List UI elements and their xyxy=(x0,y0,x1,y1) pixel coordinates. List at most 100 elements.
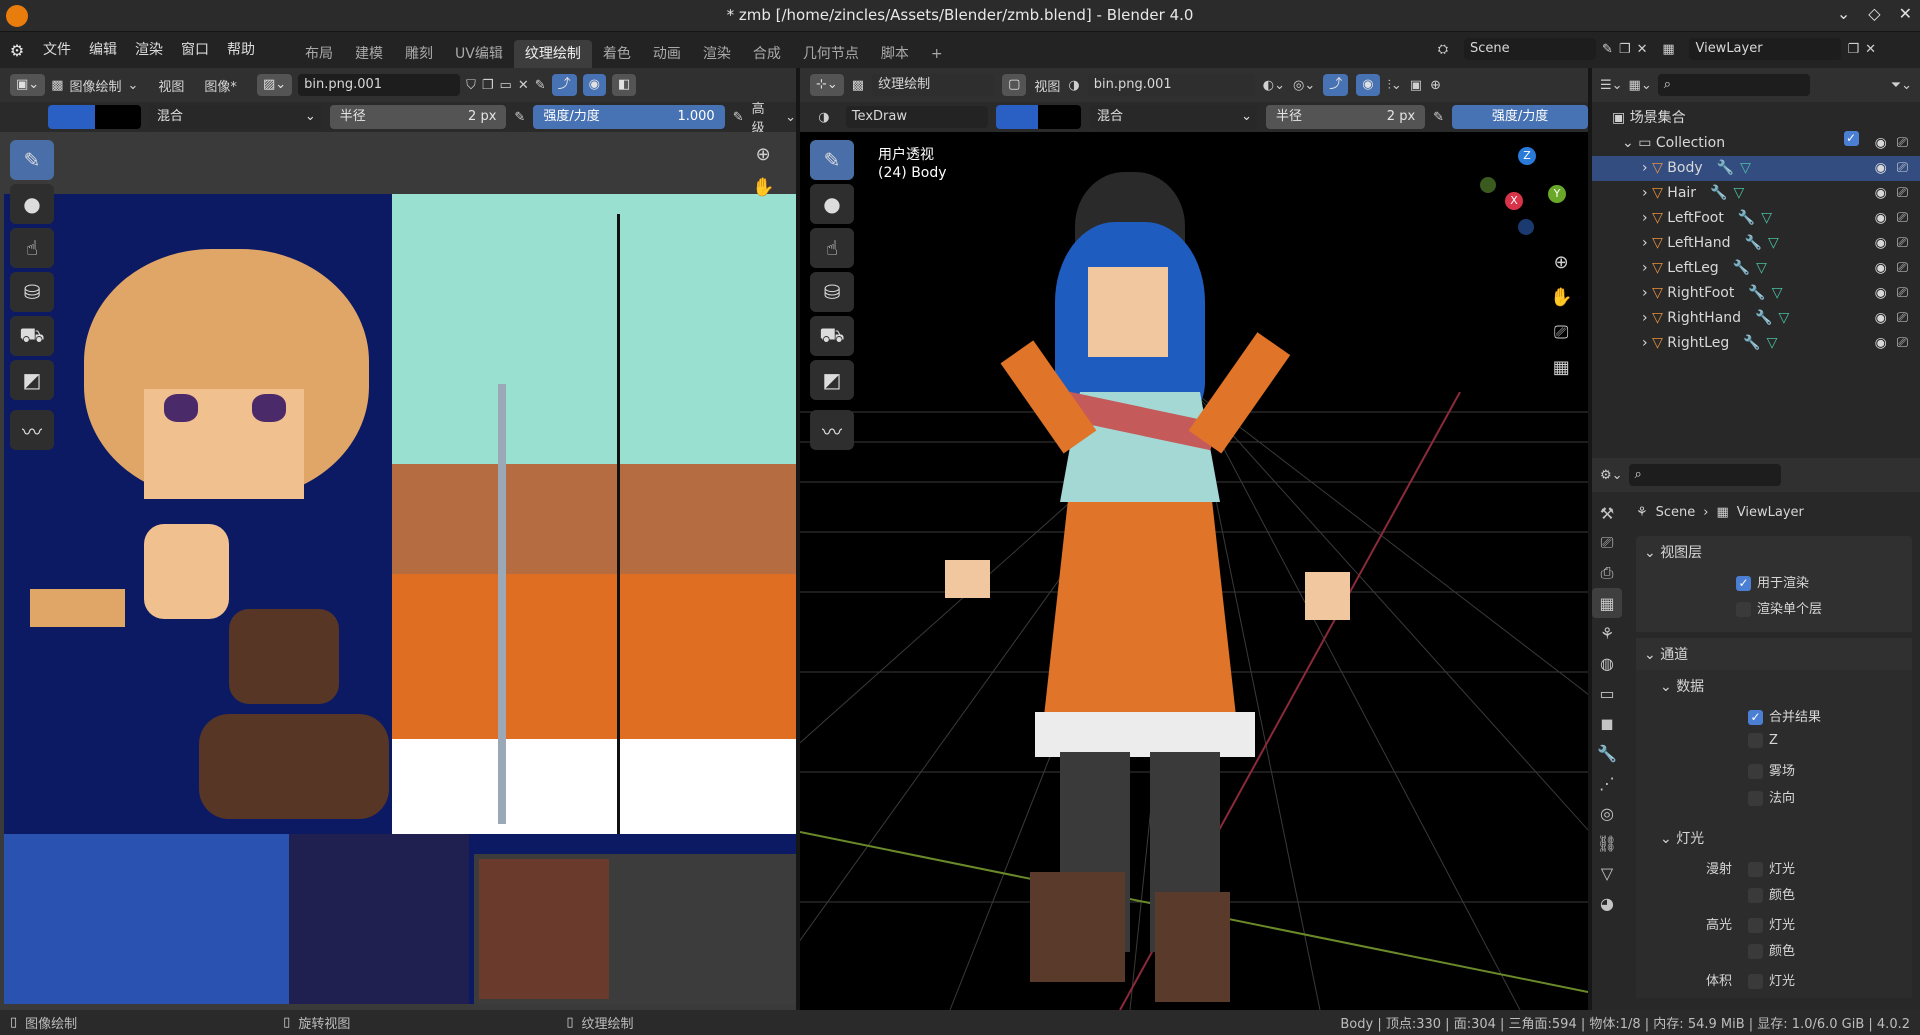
expand-icon[interactable]: › xyxy=(1642,260,1648,276)
modifier-icon[interactable]: 🔧 xyxy=(1717,156,1734,181)
unlink-image-icon[interactable]: ✕ xyxy=(518,78,529,93)
expand-icon[interactable]: › xyxy=(1642,210,1648,226)
panel-passes-header[interactable]: ⌄ 通道 xyxy=(1636,638,1912,670)
physics-tab-icon[interactable]: ◎ xyxy=(1592,798,1622,828)
color-swatches[interactable] xyxy=(48,105,142,129)
outliner-object-row[interactable]: › ▽ LeftLeg 🔧 ▽ ◉ ⎚ xyxy=(1592,256,1920,281)
maximize-icon[interactable]: ◇ xyxy=(1868,4,1880,23)
modifier-icon[interactable]: 🔧 xyxy=(1755,306,1772,331)
expand-icon[interactable]: › xyxy=(1642,160,1648,176)
pressure-icon[interactable]: ✎ xyxy=(514,110,525,125)
menu-file[interactable]: 文件 xyxy=(34,32,80,68)
gizmo-neg-y[interactable] xyxy=(1480,177,1496,193)
viewport-pressure-icon[interactable]: ✎ xyxy=(1433,110,1444,125)
eye-icon[interactable]: ◉ xyxy=(1875,156,1887,181)
duplicate-image-icon[interactable]: ❐ xyxy=(482,78,494,93)
outliner-search-input[interactable]: ⌕ xyxy=(1657,74,1810,96)
camera-icon[interactable]: ⎚ xyxy=(1897,256,1908,281)
mesh-data-icon[interactable]: ▽ xyxy=(1768,231,1779,256)
snap-icon[interactable]: ⤴ xyxy=(551,74,577,96)
viewport-color-swatches[interactable] xyxy=(995,105,1081,129)
camera-view-icon[interactable]: ⎚ xyxy=(1550,322,1572,343)
eye-icon[interactable]: ◉ xyxy=(1875,231,1887,256)
modifier-icon[interactable]: 🔧 xyxy=(1733,256,1750,281)
diffuse-light-checkbox[interactable] xyxy=(1748,862,1763,877)
xray-icon[interactable]: ▣ xyxy=(1410,78,1422,93)
modifier-icon[interactable]: 🔧 xyxy=(1745,231,1762,256)
menu-window[interactable]: 窗口 xyxy=(172,32,218,68)
outliner-object-row[interactable]: › ▽ LeftFoot 🔧 ▽ ◉ ⎚ xyxy=(1592,206,1920,231)
outliner-object-row[interactable]: › ▽ RightHand 🔧 ▽ ◉ ⎚ xyxy=(1592,306,1920,331)
tab-rendering[interactable]: 渲染 xyxy=(692,40,742,68)
z-checkbox[interactable] xyxy=(1748,733,1763,748)
eye-icon[interactable]: ◉ xyxy=(1875,281,1887,306)
outliner-object-row[interactable]: › ▽ RightLeg 🔧 ▽ ◉ ⎚ xyxy=(1592,331,1920,356)
tab-scripting[interactable]: 脚本 xyxy=(870,40,920,68)
gizmo-x[interactable]: X xyxy=(1505,192,1523,210)
tab-geometry-nodes[interactable]: 几何节点 xyxy=(792,40,870,68)
outliner-filter-icon[interactable]: ⏷⌄ xyxy=(1891,78,1912,93)
image-canvas[interactable]: ✎ ● ☝ ⛁ ⛟ ◩ 〰 ⊕ ✋ xyxy=(0,132,796,1010)
tab-texture-paint[interactable]: 纹理绘制 xyxy=(513,40,592,68)
display-channels-icon[interactable]: ◧ xyxy=(612,74,637,96)
new-view-layer-icon[interactable]: ❐ xyxy=(1847,42,1859,57)
image-menu[interactable]: 图像* xyxy=(204,76,237,95)
open-image-icon[interactable]: ▭ xyxy=(500,78,512,93)
use-for-render-checkbox[interactable]: ✓ xyxy=(1736,576,1751,591)
normal-checkbox[interactable] xyxy=(1748,791,1763,806)
texture-slot-field[interactable]: TexDraw xyxy=(845,106,988,128)
zoom-icon[interactable]: ⊕ xyxy=(752,144,774,165)
mesh-data-icon[interactable]: ▽ xyxy=(1734,181,1745,206)
subpanel-light-header[interactable]: ⌄ 灯光 xyxy=(1636,822,1912,854)
blend-mode-dropdown[interactable]: 混合 ⌄ xyxy=(149,105,322,129)
menu-edit[interactable]: 编辑 xyxy=(80,32,126,68)
camera-icon[interactable]: ⎚ xyxy=(1897,306,1908,331)
modifier-icon[interactable]: 🔧 xyxy=(1743,331,1760,356)
properties-editor-type-icon[interactable]: ⚙⌄ xyxy=(1600,468,1623,483)
subpanel-data-header[interactable]: ⌄ 数据 xyxy=(1636,670,1912,702)
ortho-grid-icon[interactable]: ▦ xyxy=(1550,357,1572,378)
viewport-overlay-icon[interactable]: ◉ xyxy=(1356,74,1380,96)
render-single-layer-checkbox[interactable] xyxy=(1736,602,1751,617)
tab-sculpting[interactable]: 雕刻 xyxy=(394,40,444,68)
gizmo-neg-z[interactable] xyxy=(1518,219,1534,235)
radius-slider[interactable]: 半径 2 px xyxy=(329,105,507,129)
eye-icon[interactable]: ◉ xyxy=(1875,256,1887,281)
strength-slider[interactable]: 强度/力度 1.000 xyxy=(533,105,725,129)
pan-icon[interactable]: ✋ xyxy=(752,177,774,198)
combined-checkbox[interactable]: ✓ xyxy=(1748,710,1763,725)
collection-row[interactable]: ⌄ ▭ Collection ✓ ◉ ⎚ xyxy=(1592,131,1920,156)
add-workspace-icon[interactable]: + xyxy=(920,40,954,68)
diffuse-color-checkbox[interactable] xyxy=(1748,888,1763,903)
gizmo-z[interactable]: Z xyxy=(1518,147,1536,165)
expand-icon[interactable]: › xyxy=(1642,310,1648,326)
expand-icon[interactable]: ⌄ xyxy=(1622,135,1634,151)
viewport-image-icon[interactable]: ◑ xyxy=(1068,78,1079,93)
camera-icon[interactable]: ⎚ xyxy=(1897,331,1908,356)
minimize-icon[interactable]: ⌄ xyxy=(1837,4,1850,23)
view-layer-tab-icon[interactable]: ▦ xyxy=(1592,588,1622,618)
data-tab-icon[interactable]: ▽ xyxy=(1592,858,1622,888)
scene-tab-icon[interactable]: ⚘ xyxy=(1592,618,1622,648)
glossy-light-checkbox[interactable] xyxy=(1748,918,1763,933)
image-name-field[interactable]: bin.png.001 xyxy=(298,74,461,96)
mesh-data-icon[interactable]: ▽ xyxy=(1772,281,1783,306)
menu-help[interactable]: 帮助 xyxy=(218,32,264,68)
annotate-tool[interactable]: 〰 xyxy=(10,410,54,450)
eye-icon[interactable]: ◉ xyxy=(1875,206,1887,231)
properties-search-input[interactable]: ⌕ xyxy=(1628,464,1781,486)
viewport-mode-dropdown[interactable]: 纹理绘制 xyxy=(872,74,995,96)
close-icon[interactable]: ✕ xyxy=(1899,4,1912,23)
particles-tab-icon[interactable]: ⋰ xyxy=(1592,768,1622,798)
fill-tool[interactable]: ⛟ xyxy=(10,316,54,356)
mesh-data-icon[interactable]: ▽ xyxy=(1761,206,1772,231)
clone-tool[interactable]: ⛁ xyxy=(10,272,54,312)
soften-tool[interactable]: ● xyxy=(10,184,54,224)
tab-animation[interactable]: 动画 xyxy=(642,40,692,68)
modifier-tab-icon[interactable]: 🔧 xyxy=(1592,738,1622,768)
render-tab-icon[interactable]: ⎚ xyxy=(1592,528,1622,558)
camera-icon[interactable]: ⎚ xyxy=(1897,156,1908,181)
world-tab-icon[interactable]: ◍ xyxy=(1592,648,1622,678)
mask-tool[interactable]: ◩ xyxy=(10,360,54,400)
outliner-editor-type-icon[interactable]: ☰⌄ xyxy=(1600,78,1623,93)
